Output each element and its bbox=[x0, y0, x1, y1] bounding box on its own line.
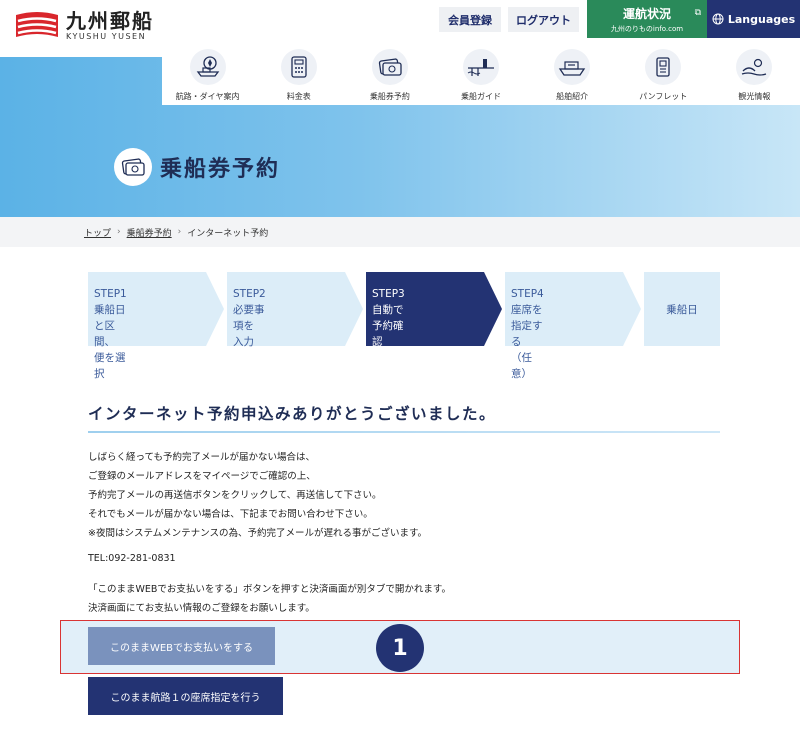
nav-item-guide[interactable]: 乗船ガイド bbox=[435, 41, 526, 105]
ticket-icon bbox=[371, 49, 408, 85]
nav-item-sightseeing[interactable]: 観光情報 bbox=[709, 41, 800, 105]
step-desc: 座席を指定する bbox=[511, 304, 543, 348]
notice-line: ※夜間はシステムメンテナンスの為、予約完了メールが遅れる事がございます。 bbox=[88, 528, 428, 539]
brand-name: 九州郵船 bbox=[66, 9, 154, 33]
nav-item-fares[interactable]: 料金表 bbox=[253, 41, 344, 105]
step-desc: 入力 bbox=[233, 336, 254, 348]
notice-line: しばらく経っても予約完了メールが届かない場合は、 bbox=[88, 452, 316, 463]
pay-on-web-button[interactable]: このままWEBでお支払いをする bbox=[88, 627, 275, 665]
thanks-heading: インターネット予約申込みありがとうございました。 bbox=[88, 405, 497, 423]
seat-selection-button[interactable]: このまま航路１の座席指定を行う bbox=[88, 677, 283, 715]
step-label: STEP3 bbox=[372, 288, 405, 300]
calculator-icon bbox=[280, 49, 317, 85]
brand-subname: KYUSHU YUSEN bbox=[66, 32, 147, 41]
ticket-icon bbox=[114, 148, 152, 186]
nav-label: パンフレット bbox=[639, 92, 688, 101]
chevron-right-icon: › bbox=[177, 227, 182, 237]
nav-label: 乗船ガイド bbox=[460, 92, 501, 101]
page-title: 乗船券予約 bbox=[160, 157, 281, 182]
nav-item-route[interactable]: 航路・ダイヤ案内 bbox=[162, 41, 253, 105]
payment-notice: 「このままWEBでお支払いをする」ボタンを押すと決済画面が別タブで開かれます。 … bbox=[88, 580, 451, 618]
step-label: STEP1 bbox=[94, 288, 127, 300]
payment-notice-line: 決済画面にてお支払い情報のご登録をお願いします。 bbox=[88, 603, 315, 614]
breadcrumb-reservation-link[interactable]: 乗船券予約 bbox=[127, 226, 172, 239]
step-desc: 乗船日と区間、 bbox=[94, 304, 126, 348]
notice-line: ご登録のメールアドレスをマイページでご確認の上、 bbox=[88, 471, 316, 482]
nav-label: 船舶紹介 bbox=[556, 92, 589, 101]
operation-status-button[interactable]: 運航状況 九州のりものinfo.com ⧉ bbox=[587, 0, 707, 38]
nav-item-pamphlet[interactable]: パンフレット bbox=[618, 41, 709, 105]
nav-item-ticket[interactable]: 乗船券予約 bbox=[344, 41, 435, 105]
languages-label: Languages bbox=[727, 12, 796, 26]
languages-button[interactable]: Languages bbox=[707, 0, 800, 38]
heading-divider bbox=[88, 431, 720, 433]
step-desc: 便を選択 bbox=[94, 352, 126, 380]
island-icon bbox=[736, 49, 773, 85]
breadcrumb-top-link[interactable]: トップ bbox=[84, 226, 111, 239]
step-desc: メールが届く bbox=[372, 352, 404, 380]
globe-icon bbox=[712, 13, 724, 25]
notice-line: 予約完了メールの再送信ボタンをクリックして、再送信して下さい。 bbox=[88, 490, 382, 501]
notice-text: しばらく経っても予約完了メールが届かない場合は、 ご登録のメールアドレスをマイペ… bbox=[88, 448, 427, 543]
operation-status-sub: 九州のりものinfo.com bbox=[610, 24, 684, 33]
brand-logo[interactable]: 九州郵船 KYUSHU YUSEN bbox=[14, 10, 154, 41]
nav-label: 航路・ダイヤ案内 bbox=[175, 92, 240, 101]
register-button[interactable]: 会員登録 bbox=[439, 7, 501, 32]
nav-label: 乗船券予約 bbox=[369, 92, 410, 101]
notice-line: それでもメールが届かない場合は、下記までお問い合わせ下さい。 bbox=[88, 509, 373, 520]
breadcrumb: トップ › 乗船券予約 › インターネット予約 bbox=[0, 217, 800, 247]
step-label: STEP2 bbox=[233, 288, 266, 300]
logout-button[interactable]: ログアウト bbox=[508, 7, 579, 32]
pamphlet-icon bbox=[645, 49, 682, 85]
chevron-right-icon: › bbox=[117, 227, 121, 237]
nav-label: 料金表 bbox=[286, 92, 311, 101]
pier-icon bbox=[462, 49, 499, 85]
external-link-icon: ⧉ bbox=[694, 8, 701, 18]
ship-icon bbox=[554, 49, 591, 85]
operation-status-title: 運航状況 bbox=[622, 6, 671, 21]
flag-logo-icon bbox=[16, 11, 58, 37]
step-desc: （任意） bbox=[511, 352, 532, 380]
page-heading: 乗船券予約 bbox=[114, 148, 280, 186]
nav-item-ships[interactable]: 船舶紹介 bbox=[527, 41, 618, 105]
payment-notice-line: 「このままWEBでお支払いをする」ボタンを押すと決済画面が別タブで開かれます。 bbox=[88, 584, 451, 595]
contact-phone: TEL:092-281-0831 bbox=[88, 553, 176, 564]
step-desc: 必要事項を bbox=[233, 304, 265, 332]
nav-label: 観光情報 bbox=[738, 92, 771, 101]
main-nav: 航路・ダイヤ案内 料金表 乗船券予約 乗船ガイド 船舶紹介 パンフレット 観光情… bbox=[162, 41, 800, 105]
compass-ship-icon bbox=[189, 49, 226, 85]
step-indicator: STEP1 乗船日と区間、 便を選択 STEP2 必要事項を 入力 STEP3 … bbox=[88, 272, 720, 380]
step-label: STEP4 bbox=[511, 288, 544, 300]
step-desc: 自動で予約確認 bbox=[372, 304, 404, 348]
step-boarding-day: 乗船日 bbox=[644, 272, 720, 346]
breadcrumb-current: インターネット予約 bbox=[187, 228, 269, 239]
step-number-badge: 1 bbox=[376, 624, 424, 672]
